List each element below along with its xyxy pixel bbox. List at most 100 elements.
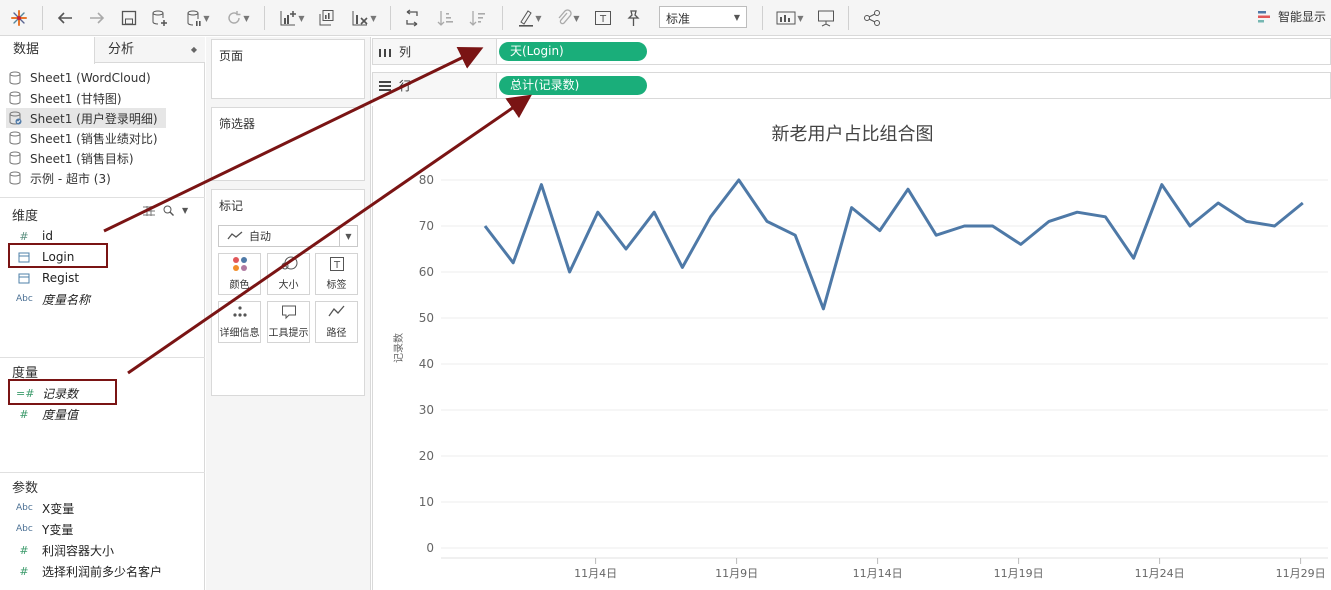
datasource-item[interactable]: Sheet1 (销售目标) <box>8 148 198 168</box>
svg-text:T: T <box>599 14 607 25</box>
series-line-record-count[interactable] <box>483 178 1304 311</box>
color-icon <box>232 257 247 271</box>
undo-icon[interactable] <box>54 6 76 30</box>
param-top-customers[interactable]: # 选择利润前多少名客户 <box>16 561 162 581</box>
duplicate-sheet-icon[interactable] <box>314 6 338 30</box>
tooltip-icon <box>281 305 296 320</box>
mark-tooltip-button[interactable]: 工具提示 <box>267 301 310 343</box>
database-icon <box>9 131 21 145</box>
path-icon <box>327 305 344 317</box>
x-tick-label: 11月19日 <box>994 567 1044 580</box>
mark-detail-button[interactable]: 详细信息 <box>218 301 261 343</box>
menu-caret-icon[interactable]: ▼ <box>182 206 188 215</box>
tableau-logo-icon[interactable] <box>8 6 30 30</box>
calendar-icon <box>18 273 30 284</box>
x-tick-label: 11月29日 <box>1276 567 1326 580</box>
param-x-variable[interactable]: Abc X变量 <box>16 498 74 518</box>
sort-ascending-icon[interactable] <box>434 6 458 30</box>
abc-icon: Abc <box>16 503 33 513</box>
y-tick-label: 10 <box>419 495 434 509</box>
highlight-icon[interactable]: ▼ <box>512 6 548 30</box>
y-tick-label: 70 <box>419 219 434 233</box>
show-mark-labels-icon[interactable]: T <box>592 6 614 30</box>
number-icon: # <box>19 564 29 578</box>
rows-pill-record-count-sum[interactable]: 总计(记录数) <box>499 76 647 95</box>
datasource-item-selected[interactable]: Sheet1 (用户登录明细) <box>6 108 166 128</box>
pane-tabs: 数据 分析 ◆ <box>0 37 205 64</box>
y-tick-label: 40 <box>419 357 434 371</box>
y-tick-label: 80 <box>419 173 434 187</box>
svg-text:T: T <box>332 260 340 271</box>
table-view-icon[interactable] <box>143 205 155 216</box>
presentation-mode-icon[interactable] <box>814 6 838 30</box>
show-me-icon <box>1258 10 1270 22</box>
y-tick-label: 60 <box>419 265 434 279</box>
abc-icon: Abc <box>16 524 33 534</box>
field-regist[interactable]: Regist <box>16 268 79 288</box>
new-datasource-icon[interactable] <box>148 6 172 30</box>
dimensions-title: 维度 <box>12 209 39 224</box>
size-icon <box>281 256 297 270</box>
columns-pill-login-day[interactable]: 天(Login) <box>499 42 647 61</box>
data-pane: 数据 分析 ◆ Sheet1 (WordCloud) Sheet1 (甘特图) S… <box>0 37 205 590</box>
mark-label-button[interactable]: T 标签 <box>315 253 358 295</box>
y-tick-label: 30 <box>419 403 434 417</box>
database-icon <box>9 91 21 105</box>
abc-icon: Abc <box>16 294 33 304</box>
group-members-icon[interactable]: ▼ <box>550 6 586 30</box>
fit-view-select[interactable]: 标准 ▼ <box>659 6 747 28</box>
datasource-item[interactable]: 示例 - 超市 (3) <box>8 168 198 188</box>
mark-size-button[interactable]: 大小 <box>267 253 310 295</box>
parameters-title: 参数 <box>12 481 39 496</box>
mark-path-button[interactable]: 路径 <box>315 301 358 343</box>
rows-shelf[interactable]: 行 总计(记录数) <box>372 72 1331 99</box>
y-tick-label: 0 <box>426 541 434 555</box>
param-y-variable[interactable]: Abc Y变量 <box>16 519 73 539</box>
sort-descending-icon[interactable] <box>466 6 490 30</box>
field-measure-names[interactable]: Abc 度量名称 <box>16 289 90 309</box>
mark-type-select[interactable]: 自动 ▼ <box>218 225 358 247</box>
number-icon: # <box>19 229 29 243</box>
save-icon[interactable] <box>118 6 140 30</box>
redo-icon[interactable] <box>86 6 108 30</box>
label-icon: T <box>329 257 344 271</box>
share-icon[interactable] <box>860 6 884 30</box>
view-canvas[interactable]: 新老用户占比组合图 记录数 0 10 20 30 40 50 60 70 80 11月4日 11月9… <box>372 106 1331 590</box>
show-me-button[interactable]: 智能显示 <box>1258 8 1326 25</box>
tab-data[interactable]: 数据 <box>0 37 95 64</box>
columns-shelf[interactable]: 列 天(Login) <box>372 38 1331 65</box>
show-hide-cards-icon[interactable]: ▼ <box>772 6 808 30</box>
search-icon[interactable] <box>163 205 174 216</box>
database-active-icon <box>9 111 22 125</box>
refresh-icon[interactable]: ▼ <box>220 6 256 30</box>
field-measure-values[interactable]: # 度量值 <box>16 404 78 424</box>
clear-sheet-icon[interactable]: ▼ <box>346 6 382 30</box>
highlight-box-record-count <box>8 379 117 405</box>
number-icon: # <box>19 543 29 557</box>
datasource-item[interactable]: Sheet1 (销售业绩对比) <box>8 128 198 148</box>
columns-icon <box>379 48 391 57</box>
y-tick-label: 50 <box>419 311 434 325</box>
database-icon <box>9 71 21 85</box>
pin-axes-icon[interactable] <box>622 6 644 30</box>
swap-rows-columns-icon[interactable] <box>400 6 424 30</box>
pages-card[interactable]: 页面 <box>211 39 365 99</box>
datasource-item[interactable]: Sheet1 (甘特图) <box>8 88 198 108</box>
datasource-item[interactable]: Sheet1 (WordCloud) <box>8 68 198 88</box>
detail-icon <box>232 306 247 317</box>
tab-analysis[interactable]: 分析 ◆ <box>95 37 205 63</box>
x-tick-label: 11月24日 <box>1135 567 1185 580</box>
number-icon: # <box>19 407 29 421</box>
columns-label: 列 <box>399 45 412 59</box>
database-icon <box>9 151 21 165</box>
x-tick-label: 11月14日 <box>853 567 903 580</box>
pause-datasource-icon[interactable]: ▼ <box>180 6 216 30</box>
toolbar: ▼ ▼ ▼ ▼ ▼ ▼ T 标准 ▼ ▼ 智能显示 <box>0 0 1331 36</box>
new-worksheet-icon[interactable]: ▼ <box>274 6 310 30</box>
y-tick-label: 20 <box>419 449 434 463</box>
x-tick-label: 11月4日 <box>574 567 617 580</box>
highlight-box-login <box>8 243 108 268</box>
mark-color-button[interactable]: 颜色 <box>218 253 261 295</box>
filters-card[interactable]: 筛选器 <box>211 107 365 181</box>
param-profit-bin-size[interactable]: # 利润容器大小 <box>16 540 114 560</box>
